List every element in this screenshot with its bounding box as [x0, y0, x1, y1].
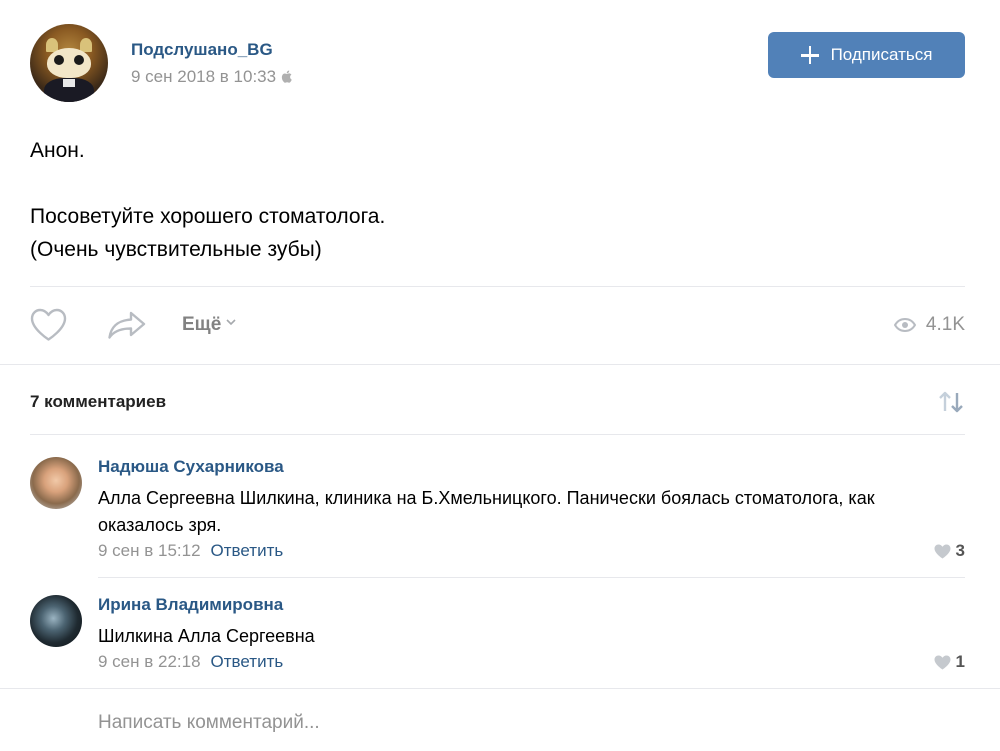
- group-name-link[interactable]: Подслушано_BG: [131, 40, 273, 60]
- divider: [0, 688, 1000, 689]
- comment-author[interactable]: Ирина Владимировна: [98, 595, 283, 615]
- avatar-tie: [63, 79, 75, 87]
- comment-like-count: 1: [955, 652, 965, 671]
- comment-text: Алла Сергеевна Шилкина, клиника на Б.Хме…: [98, 488, 875, 535]
- comment-input[interactable]: Написать комментарий...: [98, 712, 320, 734]
- post-header: Подслушано_BG 9 сен 2018 в 10:33 Подписа…: [30, 24, 970, 104]
- comments-count: 7 комментариев: [30, 392, 167, 411]
- post-date-text[interactable]: 9 сен 2018 в 10:33: [131, 67, 276, 86]
- avatar[interactable]: [30, 457, 82, 509]
- divider: [30, 434, 965, 435]
- sort-icon[interactable]: [937, 390, 965, 414]
- avatar[interactable]: [30, 595, 82, 647]
- comment-meta: 9 сен в 15:12 Ответить: [98, 541, 283, 561]
- reply-link[interactable]: Ответить: [211, 541, 284, 560]
- group-avatar[interactable]: [30, 24, 108, 102]
- post-text-line: Посоветуйте хорошего стоматолога.: [30, 205, 386, 228]
- subscribe-button[interactable]: Подписаться: [768, 32, 965, 78]
- views-counter: 4.1K: [893, 314, 965, 336]
- plus-icon: [800, 46, 819, 64]
- comment-like-count: 3: [955, 541, 965, 560]
- comment-date[interactable]: 9 сен в 22:18: [98, 652, 201, 671]
- chevron-down-icon: [226, 319, 236, 326]
- apple-icon: [281, 70, 292, 83]
- heart-icon: [934, 544, 951, 558]
- post-text-line: Анон.: [30, 139, 85, 162]
- comment-like-button[interactable]: 3: [934, 541, 965, 561]
- avatar-face: [47, 48, 91, 78]
- views-count: 4.1K: [925, 314, 965, 335]
- heart-icon[interactable]: [30, 308, 67, 342]
- divider: [0, 364, 1000, 365]
- post-actions: Ещё 4.1K: [30, 300, 965, 350]
- avatar-eye-right: [74, 55, 84, 65]
- comment-text: Шилкина Алла Сергеевна: [98, 626, 315, 646]
- reply-link[interactable]: Ответить: [211, 652, 284, 671]
- post-text: Анон. Посоветуйте хорошего стоматолога. …: [30, 134, 970, 266]
- comment-like-button[interactable]: 1: [934, 652, 965, 672]
- subscribe-label: Подписаться: [830, 45, 933, 64]
- avatar-eye-left: [54, 55, 64, 65]
- post-date[interactable]: 9 сен 2018 в 10:33: [131, 67, 292, 87]
- divider: [30, 286, 965, 287]
- eye-icon: [893, 318, 916, 332]
- divider: [98, 577, 965, 578]
- comment-author[interactable]: Надюша Сухарникова: [98, 457, 284, 477]
- heart-icon: [934, 655, 951, 669]
- comment-meta: 9 сен в 22:18 Ответить: [98, 652, 283, 672]
- comment-item: Надюша Сухарникова Алла Сергеевна Шилкин…: [30, 457, 965, 567]
- more-button[interactable]: Ещё: [182, 314, 236, 336]
- comment-date[interactable]: 9 сен в 15:12: [98, 541, 201, 560]
- post-text-line: [30, 167, 970, 200]
- post-text-line: (Очень чувствительные зубы): [30, 238, 322, 261]
- comment-item: Ирина Владимировна Шилкина Алла Сергеевн…: [30, 595, 965, 680]
- share-icon[interactable]: [107, 310, 147, 340]
- more-label: Ещё: [182, 314, 222, 335]
- comments-header: 7 комментариев: [30, 390, 965, 416]
